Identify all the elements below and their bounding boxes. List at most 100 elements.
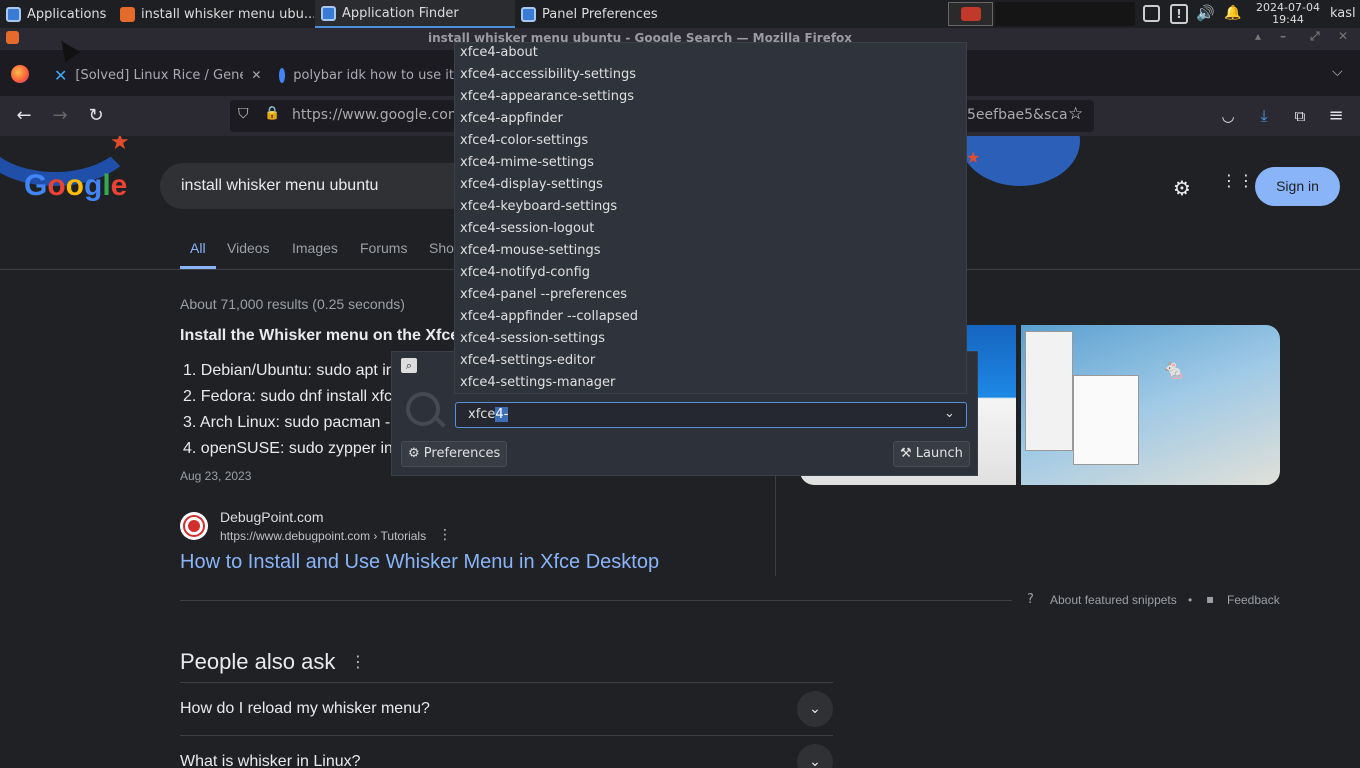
paa-question[interactable]: How do I reload my whisker menu? ⌄ <box>180 683 833 735</box>
downloads-icon[interactable]: ⤓ <box>1252 104 1276 128</box>
menu-screenshot-thumbnail <box>1025 331 1073 451</box>
suggestion-item[interactable]: xfce4-settings-editor <box>460 353 595 368</box>
submenu-screenshot-thumbnail <box>1073 375 1139 465</box>
app-finder-icon <box>321 5 336 21</box>
snippet-list-item: 3. Arch Linux: sudo pacman - <box>183 414 391 431</box>
suggestion-item[interactable]: xfce4-notifyd-config <box>460 265 590 280</box>
maximize-icon[interactable]: ⤢ <box>1310 29 1320 44</box>
result-link[interactable]: How to Install and Use Whisker Menu in X… <box>180 551 659 574</box>
taskbar-item-label: Panel Preferences <box>542 6 658 22</box>
applications-menu-button[interactable]: Applications <box>0 0 112 28</box>
suggestion-item[interactable]: xfce4-mime-settings <box>460 155 594 170</box>
snippet-date: Aug 23, 2023 <box>180 469 252 483</box>
source-url[interactable]: https://www.debugpoint.com › Tutorials <box>220 529 426 543</box>
firefox-view-icon[interactable] <box>11 65 29 83</box>
clock[interactable]: 2024-07-04 19:44 <box>1250 2 1326 26</box>
more-options-icon[interactable]: ⋮ <box>438 527 452 543</box>
workspace-switcher[interactable] <box>948 2 993 26</box>
list-all-tabs-icon[interactable]: ⌵ <box>1332 64 1343 80</box>
google-favicon-icon <box>279 67 286 83</box>
paa-more-icon[interactable]: ⋮ <box>350 652 366 671</box>
site-x-icon: ✕ <box>54 65 68 85</box>
command-input-text: xfce4- <box>468 407 509 422</box>
taskbar-item-app-finder[interactable]: Application Finder <box>315 0 515 28</box>
tracking-protection-icon[interactable]: ⛉ <box>238 106 249 122</box>
taskbar-item-label: Application Finder <box>342 5 459 21</box>
feedback-link[interactable]: Feedback <box>1227 593 1280 607</box>
feedback-icon[interactable]: ▪ <box>1206 592 1214 606</box>
workspace-area[interactable] <box>995 2 1135 26</box>
suggestion-item[interactable]: xfce4-appfinder <box>460 111 563 126</box>
tab-videos[interactable]: Videos <box>227 240 270 256</box>
suggestion-item[interactable]: xfce4-accessibility-settings <box>460 67 636 82</box>
tab-shopping[interactable]: Sho <box>429 240 454 256</box>
suggestion-item[interactable]: xfce4-appearance-settings <box>460 89 634 104</box>
doodle-star-icon: ★ <box>966 148 981 167</box>
suggestion-item[interactable]: xfce4-session-settings <box>460 331 605 346</box>
tab-close-icon[interactable]: ✕ <box>251 68 261 82</box>
url-text-end: 5eefbae5&sca <box>967 107 1068 123</box>
xfce-top-panel: Applications install whisker menu ubu...… <box>0 0 1360 28</box>
close-icon[interactable]: ✕ <box>1338 29 1348 43</box>
tab-linux-rice[interactable]: ✕ [Solved] Linux Rice / Gener ✕ <box>54 60 264 90</box>
applications-icon <box>6 6 21 22</box>
suggestion-item[interactable]: xfce4-appfinder --collapsed <box>460 309 638 324</box>
workspace-thumbnail-icon <box>961 7 981 21</box>
command-input[interactable]: xfce4- ⌄ <box>455 402 967 428</box>
chevron-down-icon[interactable]: ⌄ <box>944 406 955 421</box>
tab-label: polybar idk how to use it <box>293 67 454 83</box>
chevron-down-icon[interactable]: ⌄ <box>797 744 833 768</box>
help-icon[interactable]: ? <box>1027 592 1034 607</box>
sign-in-button[interactable]: Sign in <box>1255 167 1340 206</box>
taskbar-item-panel-preferences[interactable]: Panel Preferences <box>515 0 715 28</box>
doodle-star-icon: ★ <box>110 136 130 155</box>
settings-gear-icon[interactable]: ⚙ <box>1173 176 1191 200</box>
pocket-icon[interactable]: ◡ <box>1216 104 1240 128</box>
preferences-button[interactable]: ⚙ Preferences <box>401 441 508 467</box>
tab-all[interactable]: All <box>190 240 206 256</box>
command-suggestions-dropdown: xfce4-about xfce4-accessibility-settings… <box>454 42 967 394</box>
suggestion-item[interactable]: xfce4-color-settings <box>460 133 588 148</box>
tab-images[interactable]: Images <box>292 240 338 256</box>
window-icon[interactable] <box>1143 5 1160 22</box>
suggestion-item[interactable]: xfce4-about <box>460 45 538 60</box>
suggestion-item[interactable]: xfce4-keyboard-settings <box>460 199 617 214</box>
featured-image-2[interactable]: 🐁 <box>1021 325 1280 485</box>
panel-preferences-icon <box>521 6 536 22</box>
launch-button[interactable]: ⚒ Launch <box>893 441 970 467</box>
minimize-icon[interactable]: – <box>1280 29 1286 43</box>
extensions-icon[interactable]: ⧉ <box>1288 104 1312 128</box>
lock-icon[interactable]: 🔒 <box>264 106 280 121</box>
google-logo[interactable]: Google <box>24 169 127 203</box>
suggestion-item[interactable]: xfce4-session-logout <box>460 221 594 236</box>
taskbar-item-firefox[interactable]: install whisker menu ubu... <box>114 0 314 28</box>
user-name[interactable]: kasl <box>1330 6 1356 21</box>
tab-forums[interactable]: Forums <box>360 240 407 256</box>
snippet-list-item: 4. openSUSE: sudo zypper in <box>183 440 393 457</box>
volume-icon[interactable]: 🔊 <box>1196 4 1215 22</box>
mouse-mascot-icon: 🐁 <box>1161 357 1186 381</box>
forward-icon[interactable]: → <box>48 104 72 128</box>
tab-label: [Solved] Linux Rice / Gener <box>75 67 244 83</box>
bookmark-star-icon[interactable]: ☆ <box>1068 104 1083 124</box>
reload-icon[interactable]: ↻ <box>84 104 108 128</box>
gear-icon: ⚙ <box>408 446 420 461</box>
app-finder-icon: ⌕ <box>401 358 417 373</box>
suggestion-item[interactable]: xfce4-display-settings <box>460 177 603 192</box>
snippet-list-item: 2. Fedora: sudo dnf install xfc <box>183 388 392 405</box>
back-icon[interactable]: ← <box>12 104 36 128</box>
suggestion-item[interactable]: xfce4-settings-manager <box>460 375 615 390</box>
window-shade-icon[interactable]: ▴ <box>1255 29 1261 43</box>
chevron-down-icon[interactable]: ⌄ <box>797 691 833 727</box>
paa-question[interactable]: What is whisker in Linux? ⌄ <box>180 736 833 768</box>
suggestion-item[interactable]: xfce4-mouse-settings <box>460 243 601 258</box>
suggestion-item[interactable]: xfce4-panel --preferences <box>460 287 627 302</box>
tab-polybar[interactable]: polybar idk how to use it <box>279 60 454 90</box>
notification-bell-icon[interactable]: 🔔 <box>1224 5 1241 21</box>
source-name[interactable]: DebugPoint.com <box>220 509 324 525</box>
menu-icon[interactable]: ≡ <box>1324 104 1348 128</box>
updates-icon[interactable]: ! <box>1170 4 1188 24</box>
applications-label: Applications <box>27 6 107 22</box>
about-featured-snippets-link[interactable]: About featured snippets <box>1050 593 1177 607</box>
google-search-input[interactable]: install whisker menu ubuntu <box>160 163 460 209</box>
